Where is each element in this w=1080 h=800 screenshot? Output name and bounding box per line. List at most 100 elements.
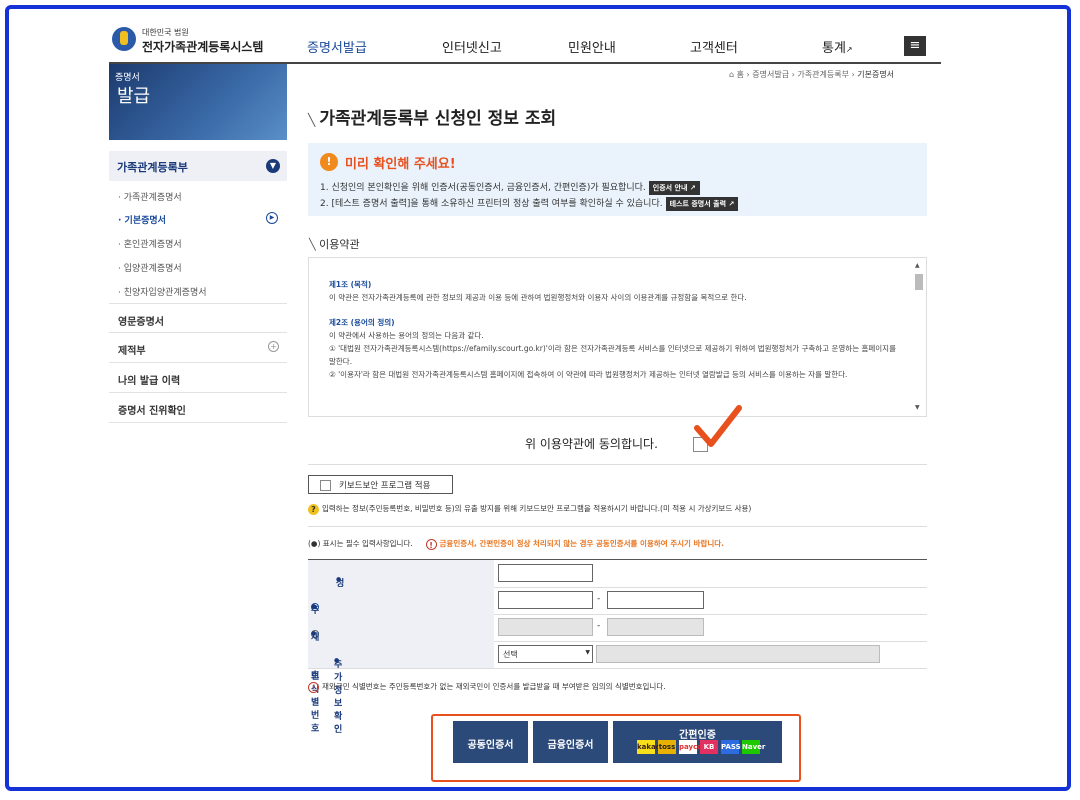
question-icon: ?: [308, 503, 319, 515]
chevron-down-icon: ▼: [585, 649, 590, 656]
exclamation-icon: !: [425, 538, 437, 550]
nav-certificate-issue[interactable]: 증명서발급: [307, 37, 367, 56]
toss-icon: toss: [658, 740, 676, 754]
terms-article-title: 제2조 (용어의 정의): [329, 318, 395, 327]
sidebar-item-family-relation[interactable]: · 가족관계증명서: [118, 190, 182, 203]
terms-article-text: ① '대법원 전자가족관계등록시스템(https://efamily.scour…: [329, 344, 896, 366]
kb-icon: KB: [700, 740, 718, 754]
sidebar-item-adoption[interactable]: · 입양관계증명서: [118, 261, 182, 274]
title-marker-icon: ╲: [308, 113, 320, 127]
scroll-up-icon[interactable]: ▲: [915, 262, 920, 269]
sidebar-item-english-cert[interactable]: 영문증명서: [118, 313, 164, 328]
sidebar-section-family-register[interactable]: 가족관계등록부 ▼: [109, 151, 287, 181]
foreign-front-input[interactable]: [498, 618, 593, 636]
sidebar-item-my-history[interactable]: 나의 발급 이력: [118, 372, 180, 387]
form-row-extra: 추가정보확인 ● 선택 ▼: [308, 641, 927, 735]
rrn-front-input[interactable]: [498, 591, 593, 609]
terms-scrollbar[interactable]: ▲ ▼: [915, 262, 923, 412]
required-note-row: (●) 표시는 필수 입력사항입니다. ! 금융인증서, 간편인증이 정상 처리되…: [308, 538, 724, 550]
terms-heading: ╲ 이용약관: [309, 236, 360, 252]
keyboard-security-checkbox[interactable]: [320, 480, 331, 491]
breadcrumb-issue[interactable]: 증명서발급: [752, 70, 789, 79]
required-mark: ●: [311, 630, 317, 637]
hamburger-icon[interactable]: ≡: [904, 36, 926, 56]
terms-scroll-box[interactable]: 제1조 (목적) 이 약관은 전자가족관계등록에 관한 정보의 제공과 이용 등…: [308, 257, 927, 417]
bullet-marker-icon: ╲: [309, 238, 320, 251]
extra-info-select[interactable]: 선택 ▼: [498, 645, 593, 663]
sidebar-divider: [109, 303, 287, 304]
sidebar-item-verify[interactable]: 증명서 진위확인: [118, 402, 186, 417]
joint-cert-label: 공동인증서: [467, 740, 514, 751]
terms-article-text: 이 약관에서 사용하는 용어의 정의는 다음과 같다.: [329, 331, 484, 340]
nav-civil-guide[interactable]: 민원안내: [568, 37, 616, 56]
scroll-thumb[interactable]: [915, 274, 923, 290]
sidebar-item-removed-register[interactable]: 제적부: [118, 342, 146, 357]
test-print-button[interactable]: 테스트 증명서 출력 ↗: [665, 197, 739, 211]
keyboard-security-label: 키보드보안 프로그램 적용: [339, 481, 431, 491]
required-mark: ●: [311, 603, 317, 610]
form-row-rrn: 주민등록번호● -: [308, 587, 927, 681]
finance-cert-button[interactable]: 금융인증서: [533, 721, 608, 763]
notice-line: 1. 신청인의 본인확인을 위해 인증서(공동인증서, 금융인증서, 간편인증)…: [320, 180, 700, 195]
keyboard-info-text: 입력하는 정보(주민등록번호, 비밀번호 등)의 유출 방지를 위해 키보드보안…: [322, 504, 752, 513]
joint-cert-button[interactable]: 공동인증서: [453, 721, 528, 763]
foreign-back-input[interactable]: [607, 618, 704, 636]
extra-info-input[interactable]: [596, 645, 880, 663]
breadcrumb: ⌂ 홈 › 증명서발급 › 가족관계등록부 › 기본증명서: [729, 70, 895, 79]
court-emblem-icon: [112, 27, 136, 51]
easy-auth-button[interactable]: 간편인증 kakao toss payco KB PASS Naver: [613, 721, 782, 763]
nav-customer-center[interactable]: 고객센터: [690, 37, 738, 56]
notice-line: 2. [테스트 증명서 출력]을 통해 소유하신 프린터의 정상 출력 여부를 …: [320, 196, 739, 211]
sidebar-divider: [109, 332, 287, 333]
breadcrumb-current: 기본증명서: [857, 70, 895, 79]
notice-box: ! 미리 확인해 주세요! 1. 신청인의 본인확인을 위해 인증서(공동인증서…: [308, 143, 927, 216]
terms-content: 제1조 (목적) 이 약관은 전자가족관계등록에 관한 정보의 제공과 이용 등…: [329, 278, 899, 381]
terms-article-text: ② '이용자'라 함은 대법원 전자가족관계등록시스템 홈페이지에 접속하여 이…: [329, 370, 848, 379]
sidebar-item-full-adoption[interactable]: · 친양자입양관계증명서: [118, 285, 207, 298]
scroll-down-icon[interactable]: ▼: [915, 404, 920, 411]
nav-statistics-label: 통계: [822, 41, 846, 56]
foreign-note: 재외국민 식별번호는 주민등록번호가 없는 재외국민이 인증서를 발급받을 때 …: [322, 682, 666, 691]
required-mark: ●: [336, 576, 342, 583]
nav-online-report[interactable]: 인터넷신고: [442, 37, 502, 56]
keyboard-info: ? 입력하는 정보(주민등록번호, 비밀번호 등)의 유출 방지를 위해 키보드보…: [308, 503, 751, 515]
divider: [308, 464, 927, 465]
notice-title: 미리 확인해 주세요!: [345, 157, 456, 172]
form-label: 재외국민 식별번호●: [308, 614, 494, 734]
name-input[interactable]: [498, 564, 593, 582]
pass-icon: PASS: [721, 740, 741, 754]
sidebar-divider: [109, 422, 287, 423]
divider: [308, 526, 927, 527]
foreign-dash: -: [597, 621, 601, 631]
naver-icon: Naver: [742, 740, 765, 754]
rrn-back-input[interactable]: [607, 591, 704, 609]
external-link-icon: ↗: [728, 200, 735, 208]
required-mark: ●: [334, 657, 340, 664]
sidebar-divider: [109, 362, 287, 363]
payco-icon: payco: [679, 740, 702, 754]
logo-title[interactable]: 전자가족관계등록시스템: [142, 38, 263, 55]
chevron-down-icon[interactable]: ▼: [266, 159, 280, 173]
breadcrumb-family[interactable]: 가족관계등록부: [797, 70, 849, 79]
keyboard-security-button[interactable]: 키보드보안 프로그램 적용: [308, 475, 453, 494]
exclamation-icon: !: [308, 681, 319, 693]
form-label: 주민등록번호●: [308, 587, 494, 681]
form-label: 추가정보확인 ●: [308, 641, 494, 735]
home-icon[interactable]: ⌂: [729, 70, 734, 79]
nav-statistics[interactable]: 통계↗: [822, 37, 853, 56]
cert-guide-button[interactable]: 인증서 안내 ↗: [648, 181, 700, 195]
sidebar-item-marriage[interactable]: · 혼인관계증명서: [118, 237, 182, 250]
plus-icon[interactable]: +: [268, 341, 279, 352]
finance-cert-label: 금융인증서: [547, 740, 594, 751]
breadcrumb-home[interactable]: 홈: [737, 70, 744, 79]
kakao-icon: kakao: [637, 740, 661, 754]
select-value: 선택: [503, 650, 518, 659]
easy-auth-label: 간편인증: [679, 730, 716, 741]
sidebar-divider: [109, 392, 287, 393]
form-row-foreign: 재외국민 식별번호● -: [308, 614, 927, 734]
banner-line2: 발급: [117, 86, 151, 107]
sidebar-section-label: 가족관계등록부: [117, 161, 188, 174]
terms-heading-text: 이용약관: [319, 238, 360, 251]
extra-label: 추가정보확인: [334, 660, 343, 735]
sidebar-item-basic-cert[interactable]: · 기본증명서: [118, 213, 166, 226]
